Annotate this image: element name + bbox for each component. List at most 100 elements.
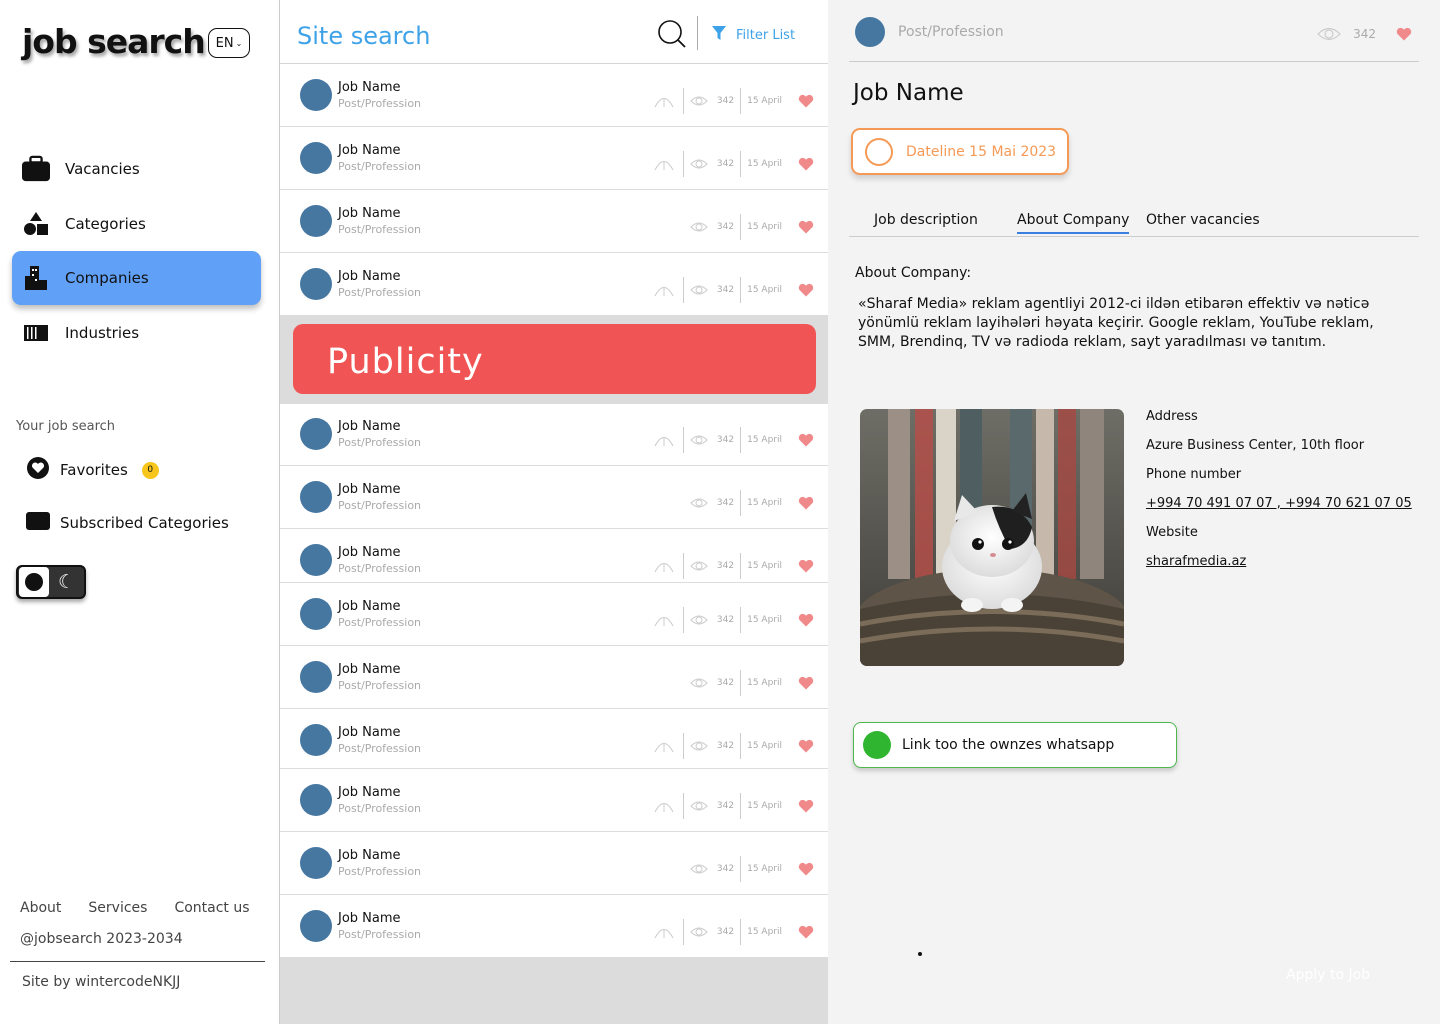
favorite-heart-icon[interactable] — [798, 433, 814, 447]
job-row[interactable]: Job Name Post/Profession 342 15 April — [280, 895, 828, 958]
favorite-heart-icon[interactable] — [798, 559, 814, 573]
site-search-title[interactable]: Site search — [297, 22, 430, 50]
subscribed-categories-link[interactable]: Subscribed Categories — [26, 511, 229, 535]
job-date: 15 April — [747, 864, 782, 874]
job-subtitle: Post/Profession — [338, 436, 422, 449]
favorite-heart-icon[interactable] — [798, 739, 814, 753]
job-date: 15 April — [747, 801, 782, 811]
website-link[interactable]: sharafmedia.az — [1146, 554, 1246, 569]
job-row[interactable]: Job Name Post/Profession 342 15 April — [280, 466, 828, 529]
eye-icon — [690, 677, 708, 689]
company-avatar — [300, 544, 332, 576]
job-row[interactable]: Job Name Post/Profession 342 15 April — [280, 529, 828, 583]
job-meta: 342 15 April — [654, 919, 814, 945]
favorite-heart-icon[interactable] — [798, 94, 814, 108]
logo[interactable]: job search — [22, 22, 206, 61]
favorite-heart-icon[interactable] — [798, 220, 814, 234]
job-row[interactable]: Job Name Post/Profession 342 15 April — [280, 583, 828, 646]
job-date: 15 April — [747, 222, 782, 232]
footer-links: About Services Contact us — [20, 900, 250, 916]
job-row[interactable]: Job Name Post/Profession 342 15 April — [280, 403, 828, 466]
job-row[interactable]: Job Name Post/Profession 342 15 April — [280, 832, 828, 895]
job-row[interactable]: Job Name Post/Profession 342 15 April — [280, 646, 828, 709]
nav-label: Companies — [65, 269, 149, 287]
job-title: Job Name — [338, 662, 401, 677]
favorite-heart-icon[interactable] — [798, 157, 814, 171]
favorite-heart-icon[interactable] — [798, 613, 814, 627]
job-row[interactable]: Job Name Post/Profession 342 15 April — [280, 253, 828, 316]
job-subtitle: Post/Profession — [338, 160, 422, 173]
footer-divider — [10, 961, 265, 962]
nav-item-categories[interactable]: Categories — [12, 197, 261, 251]
company-avatar — [300, 910, 332, 942]
job-meta: 342 15 April — [690, 214, 814, 240]
job-views: 342 — [716, 561, 735, 571]
tab-about-company[interactable]: About Company — [1017, 212, 1130, 234]
publicity-banner[interactable]: Publicity — [293, 324, 816, 394]
nav-item-companies[interactable]: Companies — [12, 251, 261, 305]
job-subtitle: Post/Profession — [338, 499, 422, 512]
nav-item-vacancies[interactable]: Vacancies — [12, 142, 261, 196]
job-date: 15 April — [747, 96, 782, 106]
favorite-heart-icon[interactable] — [798, 676, 814, 690]
job-views: 342 — [716, 678, 735, 688]
job-views: 342 — [716, 96, 735, 106]
meta-divider — [740, 427, 742, 453]
apply-button[interactable]: Apply to Job — [1286, 967, 1370, 983]
nav-item-industries[interactable]: Industries — [12, 306, 261, 360]
footer-link-contact[interactable]: Contact us — [174, 900, 249, 916]
job-row[interactable]: Job Name Post/Profession 342 15 April — [280, 709, 828, 769]
job-subtitle: Post/Profession — [338, 562, 422, 575]
chevron-down-icon: ⌄ — [235, 38, 243, 48]
search-icon[interactable] — [657, 19, 687, 53]
whatsapp-icon — [863, 731, 891, 759]
job-row[interactable]: Job Name Post/Profession 342 15 April — [280, 127, 828, 190]
job-date: 15 April — [747, 678, 782, 688]
eye-icon — [690, 740, 708, 752]
section-label: Your job search — [16, 419, 116, 434]
job-row[interactable]: Job Name Post/Profession 342 15 April — [280, 190, 828, 253]
job-date: 15 April — [747, 561, 782, 571]
language-selector[interactable]: EN ⌄ — [208, 28, 250, 58]
tab-job-description[interactable]: Job description — [874, 212, 978, 228]
copyright: @jobsearch 2023-2034 — [20, 931, 183, 947]
phone-link[interactable]: +994 70 491 07 07 , +994 70 621 07 05 — [1146, 496, 1412, 511]
favorites-link[interactable]: Favorites 0 — [26, 456, 159, 484]
filter-list-button[interactable]: Filter List — [712, 26, 795, 45]
whatsapp-link-button[interactable]: Link too the ownzes whatsapp — [853, 722, 1177, 768]
favorite-heart-icon[interactable] — [798, 496, 814, 510]
footer-link-services[interactable]: Services — [88, 900, 147, 916]
tab-other-vacancies[interactable]: Other vacancies — [1146, 212, 1260, 228]
job-title: Job Name — [338, 725, 401, 740]
meta-divider — [740, 607, 742, 633]
eye-icon — [690, 800, 708, 812]
job-subtitle: Post/Profession — [338, 679, 422, 692]
job-row[interactable]: Job Name Post/Profession 342 15 April — [280, 64, 828, 127]
company-avatar — [300, 205, 332, 237]
job-views: 342 — [716, 927, 735, 937]
favorite-heart-icon[interactable] — [798, 925, 814, 939]
website-label: Website — [1146, 525, 1198, 540]
publicity-label: Publicity — [327, 342, 484, 382]
theme-toggle[interactable]: ☾ — [16, 565, 86, 599]
job-subtitle: Post/Profession — [338, 97, 422, 110]
nav-label: Categories — [65, 215, 146, 233]
footer-link-about[interactable]: About — [20, 900, 61, 916]
favorite-heart-icon[interactable] — [1396, 27, 1412, 41]
favorite-heart-icon[interactable] — [798, 862, 814, 876]
favorite-heart-icon[interactable] — [798, 283, 814, 297]
meta-divider — [682, 427, 684, 453]
meta-divider — [682, 88, 684, 114]
whatsapp-label: Link too the ownzes whatsapp — [902, 737, 1115, 753]
favorite-heart-icon[interactable] — [798, 799, 814, 813]
job-subtitle: Post/Profession — [338, 928, 422, 941]
company-avatar — [855, 17, 885, 47]
graduation-hat-icon — [654, 283, 674, 297]
publicity-area: Publicity — [280, 315, 828, 404]
company-avatar — [300, 784, 332, 816]
job-row[interactable]: Job Name Post/Profession 342 15 April — [280, 769, 828, 832]
sun-icon — [25, 573, 43, 591]
detail-views: 342 — [1353, 27, 1376, 41]
job-meta: 342 15 April — [654, 733, 814, 759]
detail-divider — [849, 61, 1419, 62]
